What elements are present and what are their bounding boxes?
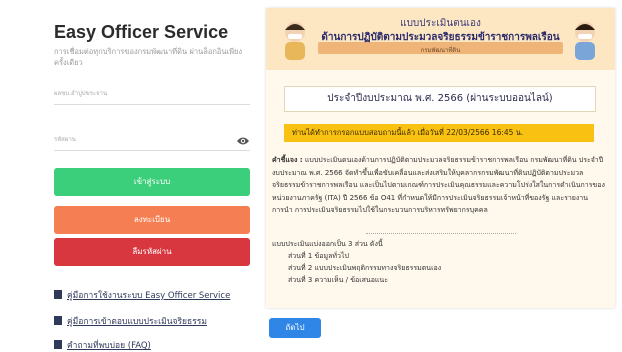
ethics-manual-link-label: คู่มือการเข้าตอบแบบประเมินจริยธรรม [67,317,207,327]
manual-link-label: คู่มือการใช้งานระบบ Easy Officer Service [67,291,231,301]
password-field[interactable]: รหัสผาน [54,128,250,151]
faq-link[interactable]: คำถามที่พบบ่อย (FAQ) [54,338,151,352]
banner-line-2: ด้านการปฏิบัติตามประมวลจริยธรรมข้าราชการ… [321,32,560,43]
banner-line-1: แบบประเมินตนเอง [400,18,481,29]
register-button[interactable]: ลงทะเบียน [54,206,250,234]
password-placeholder: รหัสผาน [54,136,76,143]
explanation-label: คำชี้แจง : [272,156,303,164]
form-panel: แบบประเมินตนเอง ด้านการปฏิบัติตามประมวลจ… [259,0,622,349]
part-item: ส่วนที่ 3 ความเห็น / ข้อเสนอแนะ [288,276,388,284]
banner-line-3: กรมพัฒนาที่ดิน [420,47,461,54]
divider [366,233,516,234]
document-icon [54,316,62,325]
document-icon [54,340,62,349]
parts-title: แบบประเมินแบ่งออกเป็น 3 ส่วน ดังนี้ [272,240,383,248]
login-button[interactable]: เข้าสู่ระบบ [54,168,250,196]
forgot-password-button[interactable]: ลืมรหัสผ่าน [54,238,250,266]
explanation: คำชี้แจง : แบบประเมินตนเองด้านการปฏิบัติ… [272,154,608,217]
form-banner: แบบประเมินตนเอง ด้านการปฏิบัติตามประมวลจ… [266,8,615,70]
app-title: Easy Officer Service [54,22,229,42]
username-placeholder: ผลขบ.อำปูปขระจาน [54,90,108,97]
manual-link[interactable]: คู่มือการใช้งานระบบ Easy Officer Service [54,288,230,302]
app-subtitle: การเชื่อมต่อทุกบริการของกรมพัฒนาที่ดิน ผ… [54,47,243,67]
explanation-text: แบบประเมินตนเองด้านการปฏิบัติตามประมวลจร… [272,156,605,214]
part-item: ส่วนที่ 1 ข้อมูลทั่วไป [288,252,349,260]
form-page: แบบประเมินตนเอง ด้านการปฏิบัติตามประมวลจ… [266,8,615,308]
form-year-title: ประจำปีงบประมาณ พ.ศ. 2566 (ผ่านระบบออนไล… [284,86,596,112]
login-panel: Easy Officer Service การเชื่อมต่อทุกบริก… [0,0,258,352]
eye-icon[interactable] [236,136,250,146]
next-button[interactable]: ถัดไป [269,318,321,338]
document-icon [54,290,62,299]
part-item: ส่วนที่ 2 แบบประเมินพฤติกรรมทางจริยธรรมต… [288,264,442,272]
ethics-manual-link[interactable]: คู่มือการเข้าตอบแบบประเมินจริยธรรม [54,314,207,328]
username-field[interactable]: ผลขบ.อำปูปขระจาน [54,82,250,105]
faq-link-label: คำถามที่พบบ่อย (FAQ) [67,341,151,351]
submitted-notice: ท่านได้ทำการกรอกแบบสอบถามนี้แล้ว เมื่อวั… [284,124,594,142]
